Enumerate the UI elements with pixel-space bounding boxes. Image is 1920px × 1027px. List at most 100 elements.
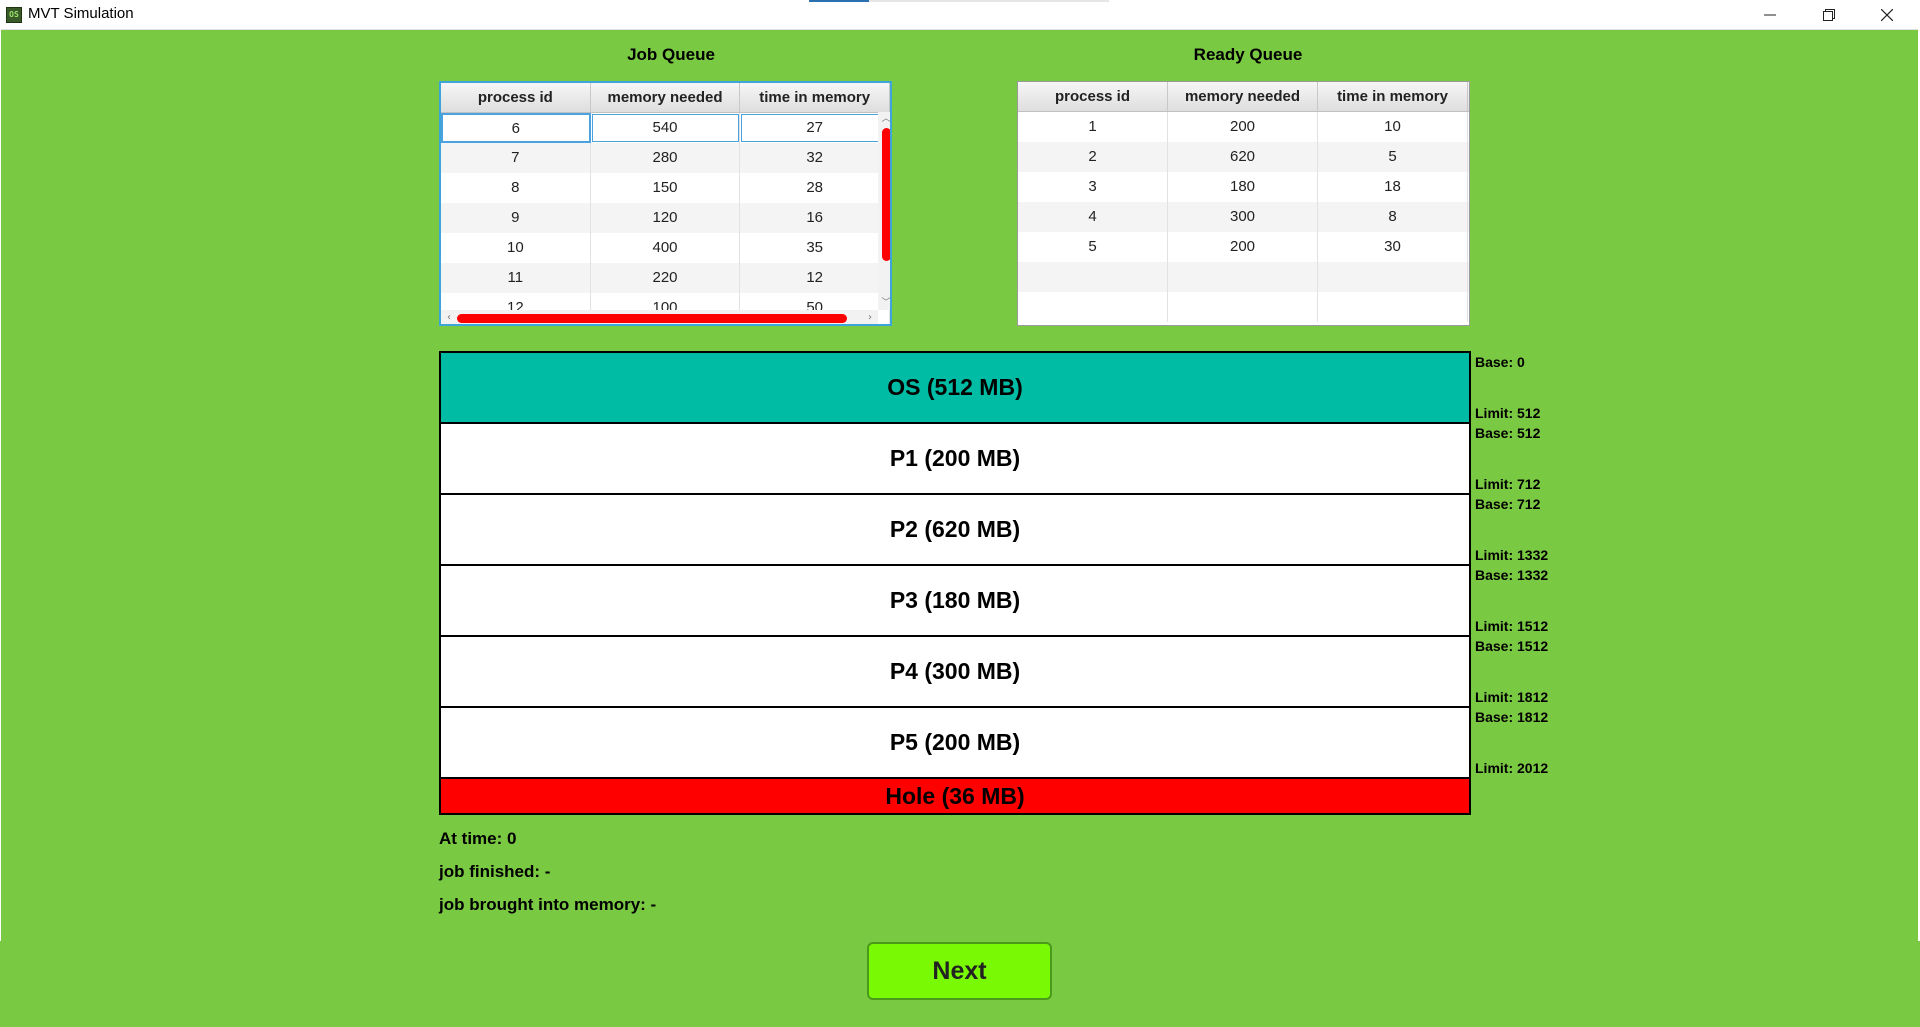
- cell-process-id: 11: [441, 263, 591, 293]
- table-row[interactable]: 9 120 16: [441, 203, 890, 233]
- title-bar: OS MVT Simulation: [0, 0, 1920, 30]
- cell-process-id: 6: [441, 113, 591, 143]
- memory-block-p2: P2 (620 MB): [439, 493, 1471, 566]
- cell-time-in-memory: 16: [740, 203, 890, 233]
- cell-time-in-memory: 28: [740, 173, 890, 203]
- base-label-p5: Base: 1812: [1475, 709, 1549, 725]
- window-edge-left: [0, 29, 1, 941]
- memory-block-hole: Hole (36 MB): [439, 777, 1471, 815]
- cell-memory-needed: 540: [591, 113, 741, 143]
- cell-memory-needed: 200: [1168, 112, 1318, 142]
- column-header-time-in-memory[interactable]: time in memory: [740, 83, 890, 112]
- job-queue-table[interactable]: process id memory needed time in memory …: [439, 81, 892, 326]
- table-row[interactable]: 5 200 30: [1018, 232, 1469, 262]
- memory-map: OS (512 MB) P1 (200 MB) P2 (620 MB) P3 (…: [439, 351, 1471, 815]
- base-label-p1: Base: 512: [1475, 425, 1541, 441]
- status-time: At time: 0: [439, 829, 517, 848]
- horizontal-scroll-thumb[interactable]: [457, 314, 847, 323]
- table-row[interactable]: 8 150 28: [441, 173, 890, 203]
- cell-memory-needed: 300: [1168, 202, 1318, 232]
- cell-time-in-memory: 30: [1318, 232, 1468, 262]
- cell-empty: [1318, 292, 1468, 322]
- cell-time-in-memory: 18: [1318, 172, 1468, 202]
- table-row[interactable]: 6 540 27: [441, 113, 890, 143]
- cell-empty: [1168, 292, 1318, 322]
- job-queue-title: Job Queue: [627, 45, 715, 64]
- horizontal-scrollbar[interactable]: ‹ ›: [441, 310, 878, 324]
- memory-block-os: OS (512 MB): [439, 351, 1471, 424]
- cell-memory-needed: 150: [591, 173, 741, 203]
- minimize-icon: [1764, 9, 1776, 21]
- cell-process-id: 7: [441, 143, 591, 173]
- table-row-empty: [1018, 292, 1469, 322]
- table-body: 1 200 10 2 620 5 3 180 18 4 300 8 5 200 …: [1018, 112, 1469, 322]
- table-row[interactable]: 7 280 32: [441, 143, 890, 173]
- column-header-time-in-memory[interactable]: time in memory: [1318, 82, 1468, 111]
- cell-memory-needed: 220: [591, 263, 741, 293]
- cell-memory-needed: 180: [1168, 172, 1318, 202]
- cell-time-in-memory: 12: [740, 263, 890, 293]
- cell-process-id: 5: [1018, 232, 1168, 262]
- table-row-empty: [1018, 262, 1469, 292]
- cell-time-in-memory: 27: [740, 113, 890, 143]
- base-label-p2: Base: 712: [1475, 496, 1541, 512]
- table-row[interactable]: 3 180 18: [1018, 172, 1469, 202]
- table-row[interactable]: 10 400 35: [441, 233, 890, 263]
- cell-time-in-memory: 10: [1318, 112, 1468, 142]
- base-label-p3: Base: 1332: [1475, 567, 1549, 583]
- scroll-down-icon[interactable]: ﹀: [878, 296, 890, 310]
- scroll-up-icon[interactable]: ︿: [878, 112, 890, 126]
- cell-memory-needed: 620: [1168, 142, 1318, 172]
- ready-queue-title: Ready Queue: [1193, 45, 1303, 64]
- limit-label-p5: Limit: 2012: [1475, 760, 1549, 776]
- memory-block-p3: P3 (180 MB): [439, 564, 1471, 637]
- limit-label-p1: Limit: 712: [1475, 476, 1541, 492]
- app-icon: OS: [6, 7, 22, 23]
- next-button[interactable]: Next: [867, 942, 1052, 1000]
- limit-label-os: Limit: 512: [1475, 405, 1541, 421]
- base-label-p4: Base: 1512: [1475, 638, 1549, 654]
- cell-process-id: 1: [1018, 112, 1168, 142]
- cell-empty: [1168, 262, 1318, 292]
- restore-button[interactable]: [1800, 0, 1858, 29]
- cell-memory-needed: 400: [591, 233, 741, 263]
- table-body: 6 540 27 7 280 32 8 150 28 9 120 16 10 4…: [441, 113, 890, 323]
- table-row[interactable]: 2 620 5: [1018, 142, 1469, 172]
- cell-process-id: 9: [441, 203, 591, 233]
- table-header: process id memory needed time in memory: [1018, 82, 1469, 112]
- cell-process-id: 8: [441, 173, 591, 203]
- limit-label-p2: Limit: 1332: [1475, 547, 1549, 563]
- table-row[interactable]: 11 220 12: [441, 263, 890, 293]
- cell-memory-needed: 120: [591, 203, 741, 233]
- window-title: MVT Simulation: [28, 5, 134, 22]
- column-header-memory-needed[interactable]: memory needed: [591, 83, 741, 112]
- status-job-finished: job finished: -: [439, 862, 551, 881]
- memory-block-p5: P5 (200 MB): [439, 706, 1471, 779]
- cell-process-id: 10: [441, 233, 591, 263]
- top-tab-indicator: [809, 0, 1109, 2]
- scroll-right-icon[interactable]: ›: [862, 310, 878, 324]
- ready-queue-table[interactable]: process id memory needed time in memory …: [1017, 81, 1470, 326]
- minimize-button[interactable]: [1741, 0, 1799, 29]
- column-header-process-id[interactable]: process id: [441, 83, 591, 112]
- table-header: process id memory needed time in memory: [441, 83, 890, 113]
- cell-empty: [1018, 292, 1168, 322]
- cell-time-in-memory: 32: [740, 143, 890, 173]
- scroll-left-icon[interactable]: ‹: [441, 310, 457, 324]
- cell-empty: [1018, 262, 1168, 292]
- cell-time-in-memory: 5: [1318, 142, 1468, 172]
- cell-memory-needed: 200: [1168, 232, 1318, 262]
- cell-process-id: 2: [1018, 142, 1168, 172]
- table-row[interactable]: 1 200 10: [1018, 112, 1469, 142]
- restore-icon: [1823, 8, 1835, 21]
- top-tab-active: [809, 0, 869, 2]
- close-button[interactable]: [1858, 0, 1916, 29]
- vertical-scroll-thumb[interactable]: [882, 128, 890, 261]
- column-header-process-id[interactable]: process id: [1018, 82, 1168, 111]
- cell-process-id: 3: [1018, 172, 1168, 202]
- cell-memory-needed: 280: [591, 143, 741, 173]
- base-label-os: Base: 0: [1475, 354, 1525, 370]
- column-header-memory-needed[interactable]: memory needed: [1168, 82, 1318, 111]
- vertical-scrollbar[interactable]: ︿ ﹀: [878, 112, 890, 310]
- table-row[interactable]: 4 300 8: [1018, 202, 1469, 232]
